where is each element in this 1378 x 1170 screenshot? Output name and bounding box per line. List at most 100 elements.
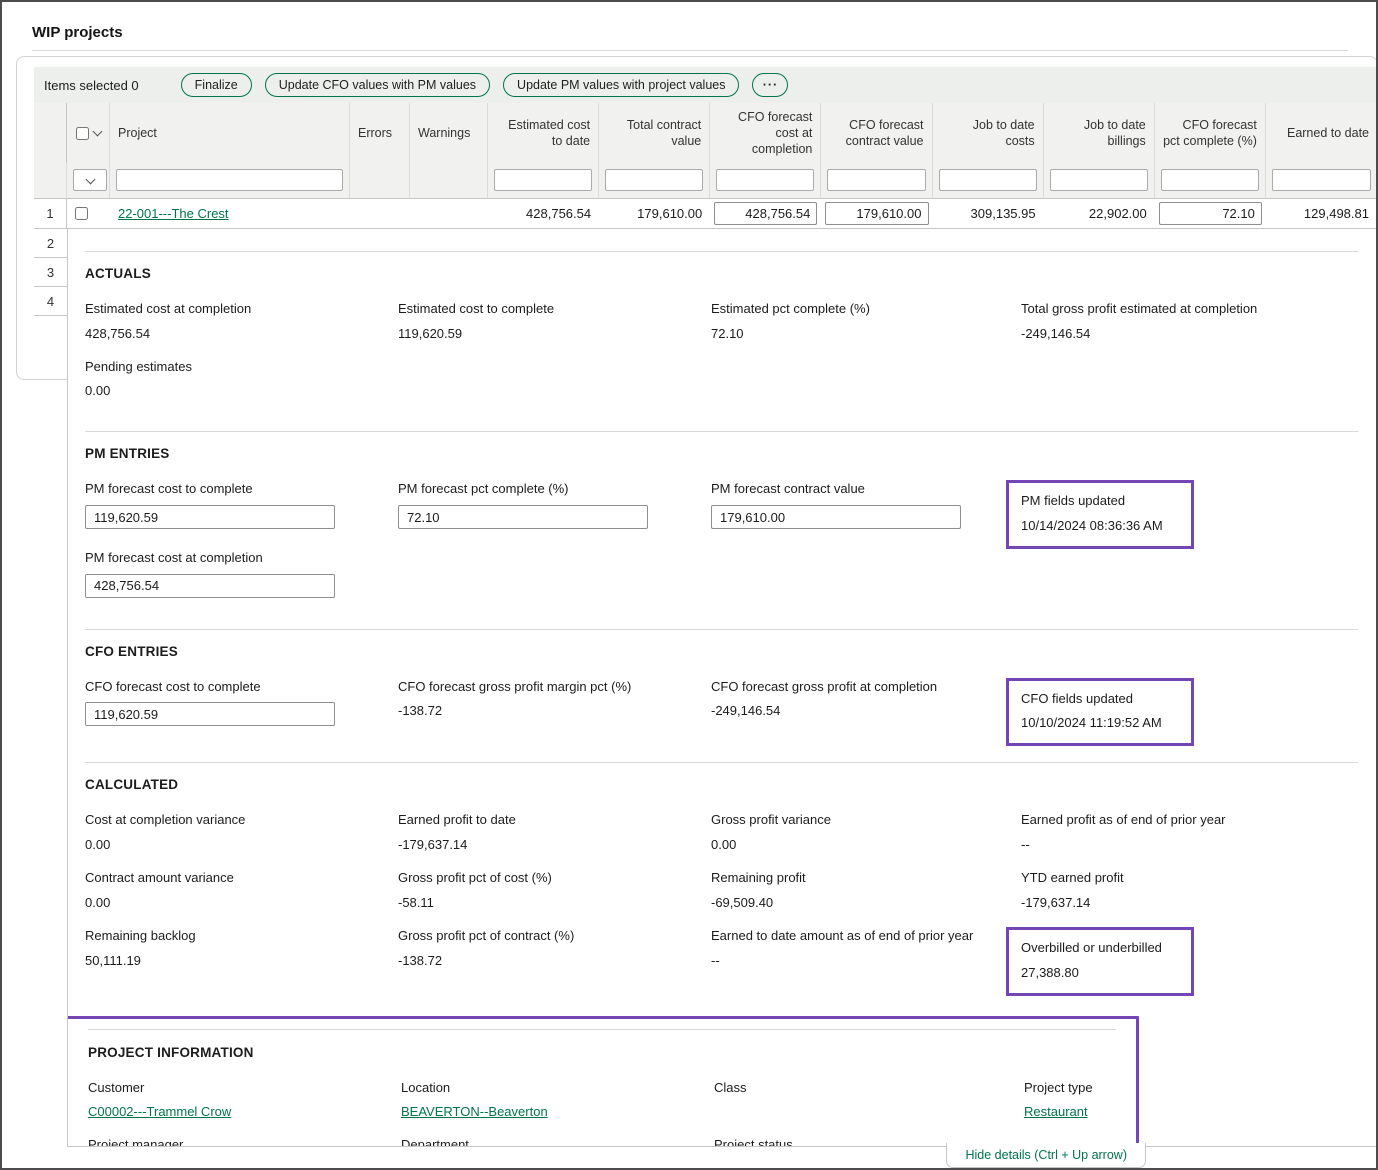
filter-cfo-contract-cell <box>821 163 932 199</box>
contract-amount-variance-field: Contract amount variance 0.00 <box>85 869 398 912</box>
cfo-contract-value-cell <box>821 199 932 229</box>
actuals-title: ACTUALS <box>85 266 1358 281</box>
section-divider <box>88 1029 1116 1030</box>
jtd-costs-cell: 309,135.95 <box>933 199 1044 229</box>
filter-cfo-cost-cell <box>710 163 821 199</box>
filter-select-cell <box>67 163 110 199</box>
filter-jtd-billings-input[interactable] <box>1050 169 1148 191</box>
ytd-earned-profit-field: YTD earned profit -179,637.14 <box>1021 869 1358 912</box>
pm-fields-updated-annotation: PM fields updated 10/14/2024 08:36:36 AM <box>1006 480 1194 549</box>
col-header-cfo-cost-at-completion: CFO forecast cost at completion <box>710 103 821 163</box>
col-header-warnings: Warnings <box>410 103 488 163</box>
col-header-jtd-costs: Job to date costs <box>933 103 1044 163</box>
filter-earned-input[interactable] <box>1272 169 1371 191</box>
col-header-est-cost-to-date: Estimated cost to date <box>488 103 599 163</box>
row-number-strip: 2 3 4 <box>34 229 67 316</box>
customer-link[interactable]: C00002---Trammel Crow <box>88 1104 231 1119</box>
est-cost-at-completion-field: Estimated cost at completion 428,756.54 <box>85 300 398 343</box>
project-type-link[interactable]: Restaurant <box>1024 1104 1088 1119</box>
cost-at-completion-variance-field: Cost at completion variance 0.00 <box>85 811 398 854</box>
cfo-cost-to-complete-field: CFO forecast cost to complete <box>85 678 398 727</box>
grid-toolbar: Items selected 0 Finalize Update CFO val… <box>34 67 1377 103</box>
filter-project-input[interactable] <box>116 169 343 191</box>
filter-jtd-costs-input[interactable] <box>939 169 1037 191</box>
project-link[interactable]: 22-001---The Crest <box>118 206 229 221</box>
cfo-pct-complete-input[interactable] <box>1159 202 1262 225</box>
class-field: Class <box>714 1079 1024 1119</box>
pm-cost-at-completion-input[interactable] <box>85 574 335 598</box>
update-pm-values-button[interactable]: Update PM values with project values <box>503 73 739 97</box>
pm-contract-value-input[interactable] <box>711 505 961 529</box>
row-number-header <box>34 103 67 163</box>
cfo-cost-to-complete-input[interactable] <box>85 702 335 726</box>
department-field: Department OPERATIONS--Construction Oper… <box>401 1136 714 1147</box>
project-manager-field: Project manager EMP00025--Moffet; Doug W <box>88 1136 401 1147</box>
remaining-backlog-field: Remaining backlog 50,111.19 <box>85 927 398 970</box>
more-actions-button[interactable]: ··· <box>752 73 788 97</box>
filter-est-cost-cell <box>488 163 599 199</box>
etd-prior-year-field: Earned to date amount as of end of prior… <box>711 927 1021 970</box>
row-number: 4 <box>34 287 67 316</box>
col-header-cfo-pct-complete: CFO forecast pct complete (%) <box>1155 103 1266 163</box>
location-link[interactable]: BEAVERTON--Beaverton <box>401 1104 548 1119</box>
cfo-contract-value-input[interactable] <box>825 202 928 225</box>
col-header-cfo-contract-value: CFO forecast contract value <box>821 103 932 163</box>
filter-cfo-pct-input[interactable] <box>1161 169 1259 191</box>
update-cfo-values-button[interactable]: Update CFO values with PM values <box>265 73 490 97</box>
filter-project-cell <box>110 163 350 199</box>
filter-est-cost-input[interactable] <box>494 169 592 191</box>
est-cost-to-complete-field: Estimated cost to complete 119,620.59 <box>398 300 711 343</box>
earned-profit-to-date-field: Earned profit to date -179,637.14 <box>398 811 711 854</box>
pm-entries-title: PM ENTRIES <box>85 446 1358 461</box>
hide-details-tab[interactable]: Hide details (Ctrl + Up arrow) <box>946 1143 1146 1168</box>
col-header-errors: Errors <box>350 103 410 163</box>
filter-cfo-pct-cell <box>1155 163 1266 199</box>
row-checkbox[interactable] <box>75 207 88 220</box>
row-select-cell <box>67 199 110 229</box>
remaining-profit-field: Remaining profit -69,509.40 <box>711 869 1021 912</box>
select-all-chevron-icon[interactable] <box>92 127 102 137</box>
cfo-cost-at-completion-input[interactable] <box>714 202 817 225</box>
items-selected-label: Items selected 0 <box>44 78 139 93</box>
filter-jtd-costs-cell <box>933 163 1044 199</box>
est-pct-complete-field: Estimated pct complete (%) 72.10 <box>711 300 1021 343</box>
actuals-section: ACTUALS Estimated cost at completion 428… <box>85 251 1358 423</box>
col-header-jtd-billings: Job to date billings <box>1044 103 1155 163</box>
col-header-earned-to-date: Earned to date <box>1266 103 1377 163</box>
overbilled-annotation: Overbilled or underbilled 27,388.80 <box>1006 927 1194 996</box>
jtd-billings-cell: 22,902.00 <box>1044 199 1155 229</box>
est-cost-to-date-cell: 428,756.54 <box>488 199 599 229</box>
pm-contract-value-field: PM forecast contract value <box>711 480 1021 529</box>
row-number: 2 <box>34 229 67 258</box>
cfo-fields-updated-annotation: CFO fields updated 10/10/2024 11:19:52 A… <box>1006 678 1194 747</box>
gp-pct-of-cost-field: Gross profit pct of cost (%) -58.11 <box>398 869 711 912</box>
project-information-title: PROJECT INFORMATION <box>88 1045 1116 1060</box>
pm-pct-complete-input[interactable] <box>398 505 648 529</box>
chevron-down-icon <box>85 174 95 184</box>
row-details-panel: ACTUALS Estimated cost at completion 428… <box>67 229 1378 1147</box>
pm-cost-to-complete-field: PM forecast cost to complete <box>85 480 398 529</box>
warnings-cell <box>410 199 488 229</box>
filter-cfo-contract-input[interactable] <box>827 169 925 191</box>
calculated-title: CALCULATED <box>85 777 1358 792</box>
pending-estimates-field: Pending estimates 0.00 <box>85 358 398 401</box>
project-cell: 22-001---The Crest <box>110 199 350 229</box>
page-title: WIP projects <box>32 24 123 41</box>
wip-projects-screen: WIP projects Items selected 0 Finalize U… <box>0 0 1378 1170</box>
cfo-pct-complete-cell <box>1155 199 1266 229</box>
project-information-section: PROJECT INFORMATION Customer C00002---Tr… <box>67 1016 1139 1147</box>
col-header-total-contract-value: Total contract value <box>599 103 710 163</box>
row-number: 1 <box>34 199 67 229</box>
filter-total-contract-input[interactable] <box>605 169 703 191</box>
select-all-header <box>67 103 110 163</box>
location-field: Location BEAVERTON--Beaverton <box>401 1079 714 1122</box>
filter-row-number-cell <box>34 163 67 199</box>
filter-cfo-cost-input[interactable] <box>716 169 814 191</box>
gross-profit-variance-field: Gross profit variance 0.00 <box>711 811 1021 854</box>
earned-to-date-cell: 129,498.81 <box>1266 199 1377 229</box>
select-all-checkbox[interactable] <box>76 127 89 140</box>
filter-dropdown-button[interactable] <box>73 169 107 191</box>
finalize-button[interactable]: Finalize <box>181 73 252 97</box>
filter-earned-cell <box>1266 163 1377 199</box>
pm-cost-to-complete-input[interactable] <box>85 505 335 529</box>
